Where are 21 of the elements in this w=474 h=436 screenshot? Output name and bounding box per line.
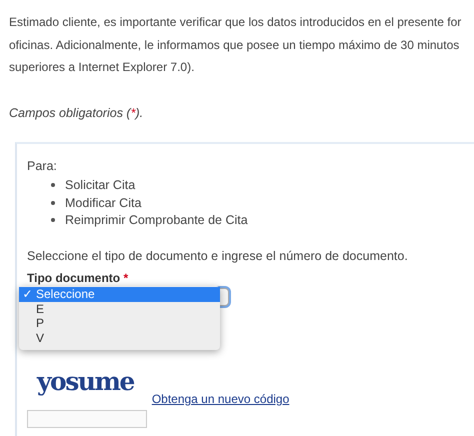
- field-label: Tipo documento *: [27, 270, 130, 286]
- intro-text: oficinas. Adicionalmente, le informamos que posee un tiempo máximo de 30 minutos: [9, 36, 460, 54]
- captcha-word: yosume: [36, 368, 136, 398]
- instruction-text: Seleccione el tipo de documento e ingrese el número de documento.: [27, 248, 409, 264]
- intro-text: Estimado cliente, es importante verificar que los datos introducidos en el presente for: [9, 14, 462, 31]
- bullet-icon: [51, 183, 55, 188]
- list-item: Modificar Cita: [65, 196, 142, 210]
- required-fields-note: Campos obligatorios (*).: [9, 104, 144, 120]
- captcha-input-field[interactable]: [27, 410, 147, 428]
- checkmark-icon: ✓: [22, 287, 32, 301]
- bullet-icon: [51, 218, 55, 222]
- list-item: Solicitar Cita: [65, 178, 136, 192]
- dropdown-option[interactable]: E: [19, 302, 220, 316]
- new-code-link[interactable]: Obtenga un nuevo código: [152, 392, 290, 406]
- intro-text: superiores a Internet Explorer 7.0).: [9, 59, 196, 76]
- list-item: Reimprimir Comprobante de Cita: [65, 213, 248, 228]
- panel-lead-text: Para:: [27, 158, 58, 174]
- bullet-icon: [51, 200, 55, 205]
- dropdown-option[interactable]: ✓ Seleccione: [19, 287, 220, 302]
- dropdown-option[interactable]: P: [19, 316, 220, 330]
- dropdown-option[interactable]: V: [19, 330, 220, 345]
